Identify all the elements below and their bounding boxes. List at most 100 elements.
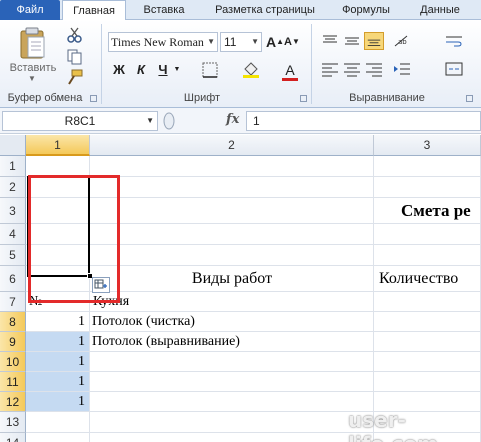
formula-input[interactable]: 1 — [246, 111, 481, 131]
row-header[interactable]: 2 — [0, 177, 26, 198]
grid-cell[interactable] — [90, 245, 374, 266]
row-header[interactable]: 5 — [0, 245, 26, 266]
row-header[interactable]: 4 — [0, 224, 26, 245]
row-header[interactable]: 13 — [0, 412, 26, 433]
alignment-group-label: Выравнивание — [349, 92, 425, 104]
name-box[interactable]: R8C1 ▼ — [2, 111, 158, 131]
grid-cell[interactable] — [26, 198, 90, 224]
grid-cell[interactable] — [90, 433, 374, 442]
watermark: user-life.com — [348, 408, 438, 442]
row-header[interactable]: 12 — [0, 392, 26, 412]
chevron-down-icon: ▼ — [251, 37, 259, 46]
font-name-select[interactable]: Times New Roman ▼ — [108, 32, 218, 52]
row-header[interactable]: 14 — [0, 433, 26, 442]
grid-cell[interactable] — [90, 352, 374, 372]
underline-button[interactable]: Ч — [154, 60, 172, 80]
shrink-font-button[interactable]: A▼ — [284, 32, 300, 52]
font-size-select[interactable]: 11 ▼ — [220, 32, 262, 52]
name-box-value: R8C1 — [64, 114, 96, 128]
row-header[interactable]: 6 — [0, 266, 26, 292]
spreadsheet-grid: 1 2 3 1234567891011121314Смета реВиды ра… — [0, 135, 481, 442]
paste-label: Вставить — [9, 62, 57, 74]
select-all-corner[interactable] — [0, 135, 26, 156]
insert-function-icon[interactable]: fx — [226, 112, 239, 127]
tab-home[interactable]: Главная — [62, 0, 126, 21]
cut-icon[interactable] — [64, 26, 86, 44]
chevron-down-icon: ▼ — [146, 116, 154, 125]
row-header[interactable]: 9 — [0, 332, 26, 352]
splitter-handle-icon[interactable] — [162, 112, 176, 130]
grid-cell[interactable] — [26, 156, 90, 177]
row-header[interactable]: 10 — [0, 352, 26, 372]
tab-file[interactable]: Файл — [0, 0, 60, 20]
grid-cell[interactable] — [26, 177, 90, 198]
grow-font-button[interactable]: A▲ — [266, 32, 284, 52]
row-header[interactable]: 3 — [0, 198, 26, 224]
paste-button[interactable]: Вставить ▼ — [6, 24, 60, 83]
autofill-options-button[interactable] — [92, 277, 110, 293]
row-header[interactable]: 8 — [0, 312, 26, 332]
merge-center-icon[interactable] — [444, 60, 464, 78]
align-top-icon[interactable] — [320, 32, 340, 50]
grid-cell[interactable] — [26, 412, 90, 433]
italic-button[interactable]: К — [132, 60, 150, 80]
grid-cell[interactable] — [90, 224, 374, 245]
grid-cell[interactable] — [26, 433, 90, 442]
number-cell: 1 — [78, 394, 85, 409]
header-number: № — [29, 294, 43, 309]
grid-cell[interactable] — [26, 224, 90, 245]
indent-icon[interactable] — [392, 60, 412, 78]
bold-button[interactable]: Ж — [110, 60, 128, 80]
format-painter-icon[interactable] — [64, 68, 86, 86]
grid-cell[interactable] — [374, 352, 481, 372]
align-middle-icon[interactable] — [342, 32, 362, 50]
grid-cell[interactable] — [374, 372, 481, 392]
tab-insert[interactable]: Вставка — [130, 0, 198, 20]
sheet-title: Смета ре — [401, 201, 471, 220]
autofill-options-icon — [94, 279, 107, 289]
svg-text:ab: ab — [398, 38, 407, 46]
grid-cell[interactable] — [90, 198, 374, 224]
grid-cell[interactable] — [26, 245, 90, 266]
row-header[interactable]: 7 — [0, 292, 26, 312]
column-header[interactable]: 2 — [90, 135, 374, 156]
font-color-label: A — [285, 62, 295, 78]
work-item: Потолок (выравнивание) — [92, 334, 240, 349]
grid-cell[interactable] — [26, 266, 90, 292]
shrink-font-label: A — [284, 36, 292, 48]
align-right-icon[interactable] — [364, 60, 384, 78]
grid-cell[interactable] — [90, 177, 374, 198]
font-launcher-icon[interactable] — [300, 95, 307, 102]
wrap-text-icon[interactable] — [444, 32, 464, 50]
orientation-icon[interactable]: ab — [392, 32, 412, 50]
grid-cell[interactable] — [374, 156, 481, 177]
grid-cell[interactable] — [374, 332, 481, 352]
row-header[interactable]: 11 — [0, 372, 26, 392]
grid-cell[interactable] — [374, 245, 481, 266]
grid-cell[interactable] — [90, 156, 374, 177]
align-center-icon[interactable] — [342, 60, 362, 78]
grid-cell[interactable] — [374, 292, 481, 312]
align-bottom-icon[interactable] — [364, 32, 384, 50]
clipboard-launcher-icon[interactable] — [90, 95, 97, 102]
font-color-swatch — [282, 78, 298, 81]
column-header[interactable]: 1 — [26, 135, 90, 156]
column-header[interactable]: 3 — [374, 135, 481, 156]
align-left-icon[interactable] — [320, 60, 340, 78]
ribbon: Вставить ▼ Буфер обмена Times New Roman … — [0, 20, 481, 108]
fill-color-icon[interactable] — [240, 61, 262, 79]
copy-icon[interactable] — [64, 48, 86, 66]
grid-cell[interactable] — [90, 392, 374, 412]
tab-data[interactable]: Данные — [405, 0, 475, 20]
alignment-launcher-icon[interactable] — [466, 95, 473, 102]
grid-cell[interactable] — [374, 312, 481, 332]
tab-formulas[interactable]: Формулы — [332, 0, 400, 20]
tab-page-layout[interactable]: Разметка страницы — [200, 0, 330, 20]
grid-cell[interactable] — [374, 224, 481, 245]
borders-icon[interactable] — [200, 61, 222, 79]
grid-cell[interactable] — [374, 177, 481, 198]
row-header[interactable]: 1 — [0, 156, 26, 177]
grid-cell[interactable] — [90, 412, 374, 433]
grid-cell[interactable] — [90, 372, 374, 392]
font-color-button[interactable]: A — [282, 60, 298, 80]
